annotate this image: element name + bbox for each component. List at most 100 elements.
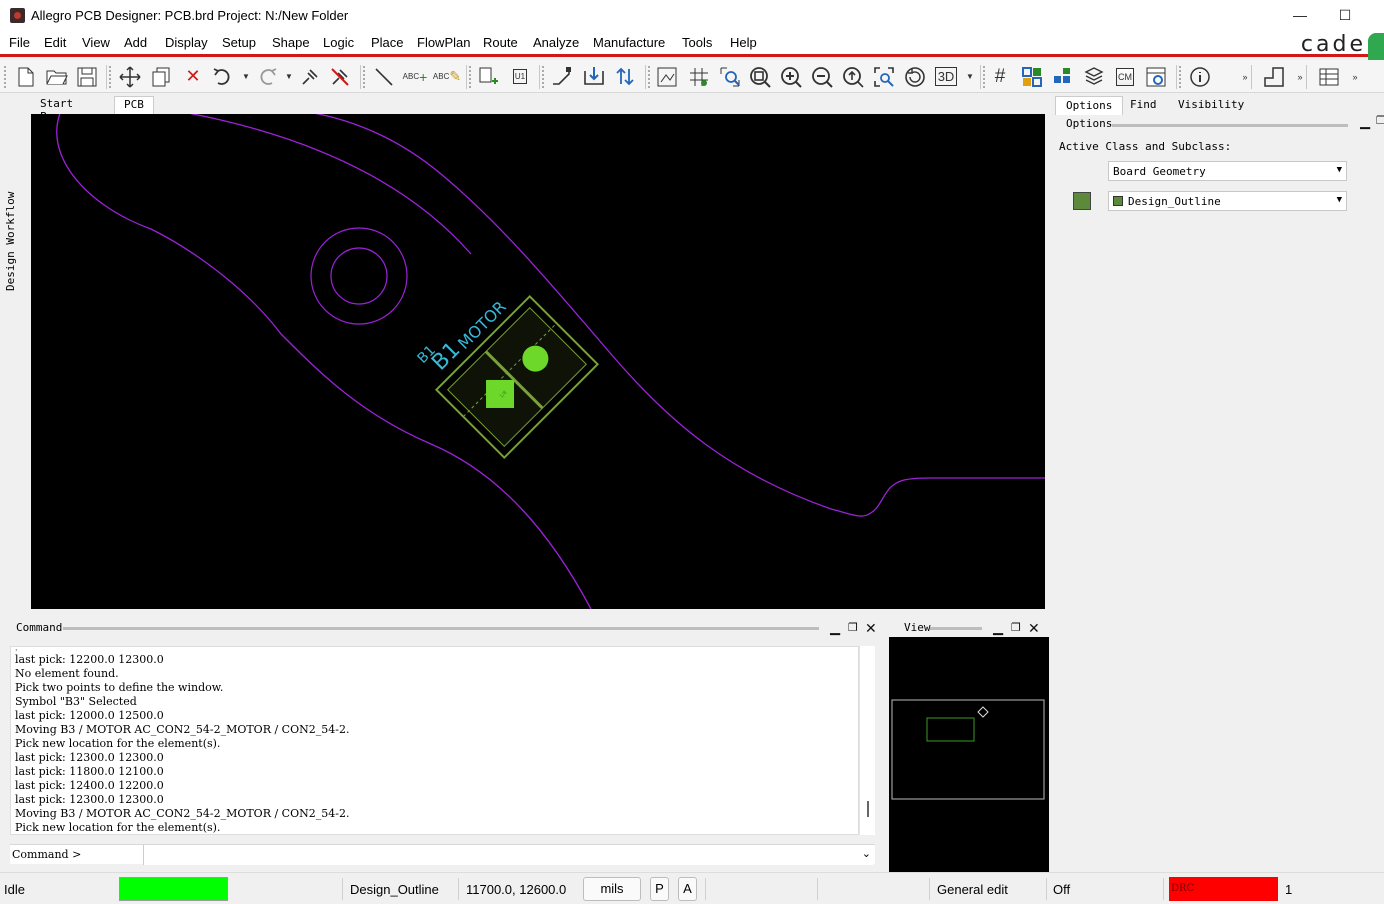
spreadsheet-icon[interactable] <box>1316 64 1342 89</box>
add-text-icon[interactable]: ABC + <box>402 64 428 89</box>
restore-panel-icon[interactable]: ❐ <box>1376 114 1384 127</box>
status-subclass: Design_Outline <box>350 882 439 897</box>
add-line-icon[interactable] <box>371 64 397 89</box>
constraint-manager-icon[interactable]: CM <box>1112 64 1138 89</box>
toolbar-grip[interactable] <box>363 66 366 88</box>
command-title: Command <box>16 621 63 634</box>
toolbar-grip[interactable] <box>4 66 7 88</box>
zoom-box-icon[interactable] <box>747 64 773 89</box>
open-folder-icon[interactable] <box>44 64 70 89</box>
maximize-button[interactable]: ☐ <box>1330 4 1360 26</box>
class-select[interactable]: Board Geometry ▼ <box>1108 161 1347 181</box>
toolbar-overflow-icon[interactable]: » <box>1287 64 1313 89</box>
subclass-select[interactable]: Design_Outline ▼ <box>1108 191 1347 211</box>
zoom-selection-icon[interactable] <box>871 64 897 89</box>
design-workflow-label[interactable]: Design Workflow <box>4 192 17 291</box>
toolbar-grip[interactable] <box>469 66 472 88</box>
chevron-down-icon[interactable]: ⌄ <box>862 847 871 860</box>
toolbar-grip[interactable] <box>983 66 986 88</box>
tab-find[interactable]: Find <box>1120 96 1167 115</box>
toolbar-grip[interactable] <box>648 66 651 88</box>
component-b1-motor[interactable]: B1 MOTOR 1/8 <box>416 276 600 460</box>
new-file-icon[interactable] <box>13 64 39 89</box>
toolbar-grip[interactable] <box>542 66 545 88</box>
menu-display[interactable]: Display <box>165 35 208 50</box>
units-button[interactable]: mils <box>583 877 641 901</box>
menu-add[interactable]: Add <box>124 35 147 50</box>
menu-setup[interactable]: Setup <box>222 35 256 50</box>
command-input[interactable] <box>143 845 873 865</box>
close-icon[interactable]: ✕ <box>865 620 877 637</box>
redraw-icon[interactable] <box>902 64 928 89</box>
minimize-panel-icon[interactable]: ▁ <box>1360 114 1370 130</box>
command-drag-rule[interactable] <box>63 627 819 630</box>
restore-panel-icon[interactable]: ❐ <box>1011 621 1021 634</box>
tab-pcb[interactable]: PCB <box>114 96 154 114</box>
view-window-rect[interactable] <box>926 717 975 742</box>
menu-analyze[interactable]: Analyze <box>533 35 579 50</box>
command-input-row: Command > ⌄ <box>10 844 875 865</box>
zoom-grid-icon[interactable] <box>686 64 712 89</box>
pin-icon[interactable] <box>297 64 323 89</box>
tab-options[interactable]: Options <box>1055 96 1124 115</box>
menu-logic[interactable]: Logic <box>323 35 354 50</box>
p-button[interactable]: P <box>650 877 669 901</box>
minimize-panel-icon[interactable]: ▁ <box>993 620 1003 636</box>
edit-text-icon[interactable]: ABC ✎ <box>433 64 461 89</box>
pcb-canvas[interactable]: B1 MOTOR 1/8 B1 <box>31 114 1045 609</box>
zoom-in-icon[interactable] <box>778 64 804 89</box>
menu-shape[interactable]: Shape <box>272 35 310 50</box>
toolbar-overflow-icon[interactable]: » <box>1342 64 1368 89</box>
zoom-world-icon[interactable] <box>717 64 743 89</box>
world-view-canvas[interactable] <box>889 637 1049 872</box>
copy-icon[interactable] <box>148 64 174 89</box>
command-scrollbar[interactable] <box>859 646 875 835</box>
component-u1-icon[interactable]: U1 <box>507 64 533 89</box>
zoom-fit-icon[interactable] <box>654 64 680 89</box>
info-icon[interactable] <box>1187 64 1213 89</box>
menu-flowplan[interactable]: FlowPlan <box>417 35 470 50</box>
unpin-icon[interactable] <box>327 64 353 89</box>
design-workflow-strip[interactable]: Design Workflow <box>0 96 28 612</box>
menu-edit[interactable]: Edit <box>44 35 66 50</box>
move-icon[interactable] <box>117 64 143 89</box>
menu-tools[interactable]: Tools <box>682 35 712 50</box>
menu-view[interactable]: View <box>82 35 110 50</box>
drc-indicator[interactable]: DRC <box>1169 877 1278 901</box>
minimize-button[interactable]: — <box>1285 4 1315 26</box>
zoom-out-icon[interactable] <box>809 64 835 89</box>
options-drag-rule[interactable] <box>1112 124 1348 127</box>
menu-route[interactable]: Route <box>483 35 518 50</box>
route-connect-icon[interactable] <box>549 64 575 89</box>
mounting-hole[interactable] <box>310 227 408 325</box>
swap-icon[interactable] <box>612 64 638 89</box>
grid-icon[interactable]: # <box>987 64 1013 89</box>
shape-icon[interactable] <box>1261 64 1287 89</box>
menu-manufacture[interactable]: Manufacture <box>593 35 665 50</box>
zoom-previous-icon[interactable] <box>840 64 866 89</box>
save-icon[interactable] <box>74 64 100 89</box>
settings-icon[interactable] <box>1143 64 1169 89</box>
toolbar-grip[interactable] <box>109 66 112 88</box>
tab-visibility[interactable]: Visibility <box>1168 96 1254 115</box>
toolbar-overflow-icon[interactable]: » <box>1232 64 1258 89</box>
menu-help[interactable]: Help <box>730 35 757 50</box>
menu-place[interactable]: Place <box>371 35 404 50</box>
delete-icon[interactable]: ✕ <box>180 64 206 89</box>
layers-icon[interactable] <box>1050 64 1076 89</box>
minimize-panel-icon[interactable]: ▁ <box>830 620 840 636</box>
restore-panel-icon[interactable]: ❐ <box>848 621 858 634</box>
close-icon[interactable]: ✕ <box>1028 620 1040 637</box>
scrollbar-thumb[interactable] <box>867 801 869 817</box>
menu-file[interactable]: File <box>9 35 30 50</box>
shadow-icon[interactable] <box>1081 64 1107 89</box>
3d-view-icon[interactable]: 3D <box>933 64 959 89</box>
a-button[interactable]: A <box>678 877 697 901</box>
view-drag-rule[interactable] <box>930 627 982 630</box>
place-component-icon[interactable] <box>475 64 501 89</box>
slide-icon[interactable] <box>581 64 607 89</box>
subclass-color-swatch[interactable] <box>1073 192 1091 210</box>
toolbar-grip[interactable] <box>1179 66 1182 88</box>
color-visibility-icon[interactable] <box>1019 64 1045 89</box>
tab-start-page[interactable]: Start Page <box>31 96 83 123</box>
